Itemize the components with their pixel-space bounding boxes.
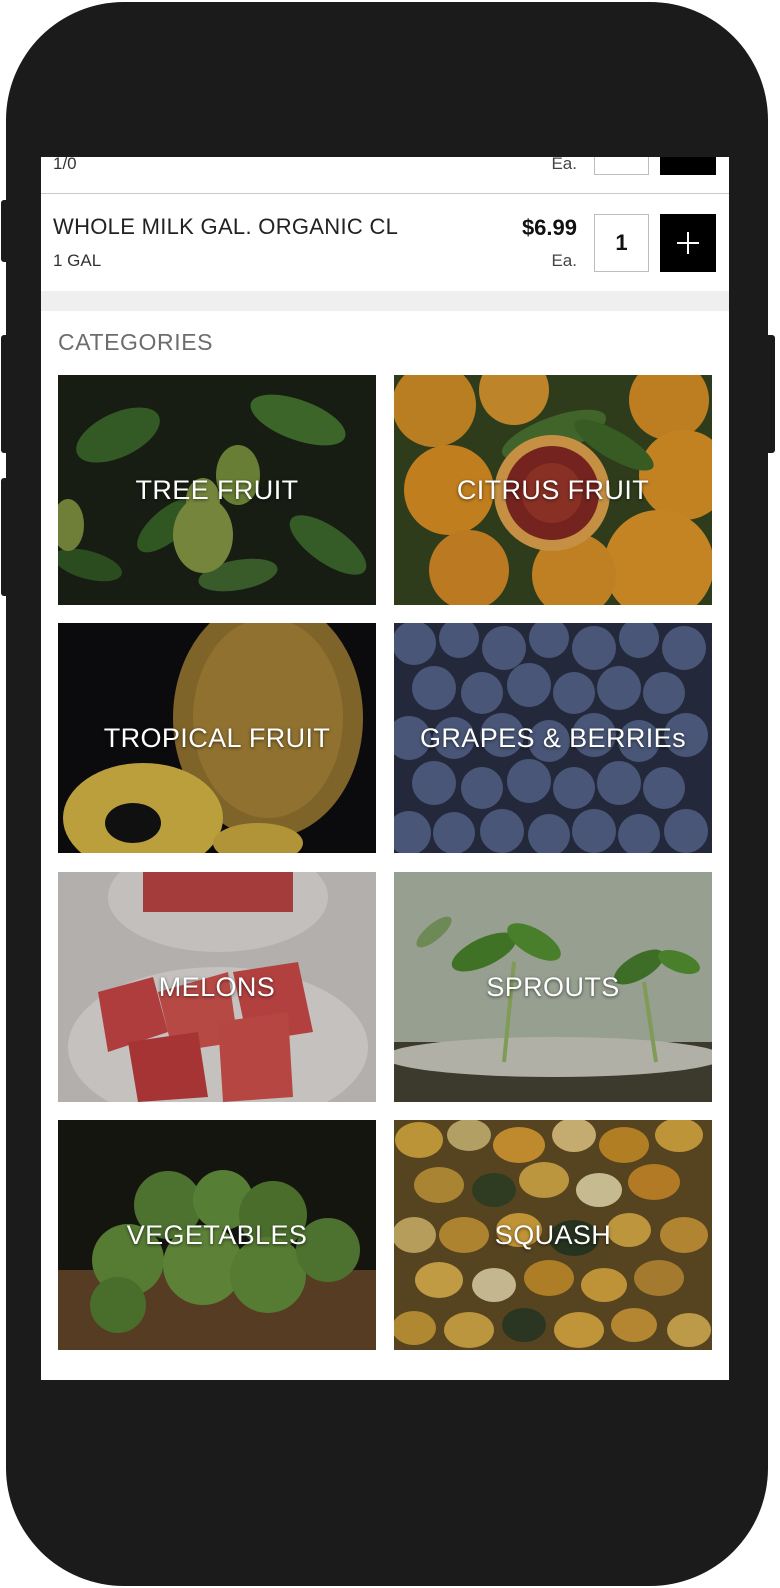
category-tile-melons[interactable]: MELONS xyxy=(58,872,376,1102)
volume-down-button xyxy=(1,478,9,596)
product-unit: Ea. xyxy=(551,251,577,270)
plus-icon xyxy=(677,232,699,254)
cart-item: WHOLE MILK GAL. ORGANIC CL 1 GAL $6.99 E… xyxy=(41,194,729,291)
categories-heading: CATEGORIES xyxy=(58,329,214,355)
product-name: WHOLE MILK GAL. ORGANIC CL xyxy=(53,214,399,239)
category-label: MELONS xyxy=(158,971,276,1002)
quantity-input[interactable]: 1 xyxy=(594,214,649,272)
category-tile-tree-fruit[interactable]: TREE FRUIT xyxy=(58,375,376,605)
section-gap xyxy=(41,291,729,311)
category-label: CITRUS FRUIT xyxy=(456,474,650,505)
category-label: SQUASH xyxy=(494,1219,612,1250)
category-label: SPROUTS xyxy=(486,971,620,1002)
category-label: TREE FRUIT xyxy=(135,474,299,505)
cart-item: 1/0 Ea. xyxy=(41,157,729,194)
category-tile-grapes-berries[interactable]: GRAPES & BERRIEs xyxy=(394,623,712,853)
category-tile-citrus-fruit[interactable]: CITRUS FRUIT xyxy=(394,375,712,605)
app-screen: 1/0 Ea. WHOLE MILK GAL. ORGANIC CL 1 GAL… xyxy=(41,157,729,1380)
category-tile-squash[interactable]: SQUASH xyxy=(394,1120,712,1350)
category-tile-vegetables[interactable]: VEGETABLES xyxy=(58,1120,376,1350)
mute-switch xyxy=(1,200,9,262)
product-size: 1/0 xyxy=(53,157,77,173)
quantity-input[interactable] xyxy=(594,157,649,175)
category-tile-sprouts[interactable]: SPROUTS xyxy=(394,872,712,1102)
product-size: 1 GAL xyxy=(53,251,102,270)
category-label: VEGETABLES xyxy=(126,1219,308,1250)
category-label: TROPICAL FRUIT xyxy=(103,722,331,753)
category-label: GRAPES & BERRIEs xyxy=(420,722,686,753)
product-unit: Ea. xyxy=(551,157,577,173)
add-to-cart-button[interactable] xyxy=(660,214,716,272)
category-tile-tropical-fruit[interactable]: TROPICAL FRUIT xyxy=(58,623,376,853)
power-button xyxy=(765,335,775,453)
product-price: $6.99 xyxy=(521,215,577,240)
volume-up-button xyxy=(1,335,9,453)
add-to-cart-button[interactable] xyxy=(660,157,716,175)
